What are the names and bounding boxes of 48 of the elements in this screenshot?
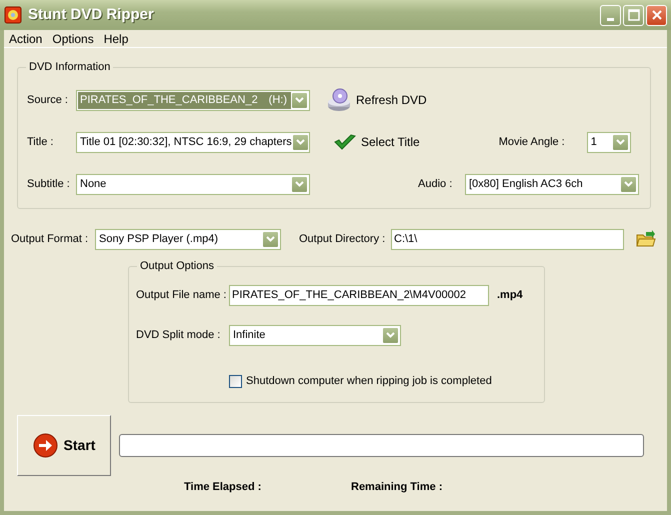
movie-angle-dropdown[interactable]: 1 bbox=[586, 132, 631, 152]
remaining-time-label: Remaining Time : bbox=[351, 480, 442, 495]
close-button[interactable] bbox=[646, 4, 667, 26]
field-label: Audio : bbox=[418, 176, 454, 192]
split-mode-dropdown[interactable]: Infinite bbox=[229, 324, 401, 346]
maximize-icon bbox=[628, 9, 640, 21]
menu-item[interactable]: Options bbox=[47, 30, 99, 47]
group-label: Output Options bbox=[137, 259, 217, 273]
minimize-icon bbox=[607, 18, 614, 20]
caret-icon bbox=[620, 176, 637, 192]
window-title: Stunt DVD Ripper bbox=[28, 4, 155, 25]
field-label: DVD Split mode : bbox=[136, 328, 222, 343]
minimize-button[interactable] bbox=[600, 4, 621, 26]
field-label: Title : bbox=[27, 134, 54, 150]
open-folder-icon bbox=[636, 230, 656, 248]
field-label: Output File name : bbox=[136, 288, 228, 303]
start-button[interactable]: Start bbox=[17, 415, 111, 476]
caret-icon bbox=[291, 92, 308, 108]
field-label: Subtitle : bbox=[27, 176, 71, 192]
field-label: Output Directory : bbox=[299, 232, 386, 247]
caret-icon bbox=[382, 326, 399, 344]
field-label: .mp4 bbox=[497, 288, 523, 303]
field-label: Output Format : bbox=[11, 232, 90, 247]
maximize-button[interactable] bbox=[623, 4, 644, 26]
time-elapsed-label: Time Elapsed : bbox=[184, 480, 262, 495]
subtitle-dropdown[interactable]: None bbox=[76, 174, 310, 194]
caret-icon bbox=[262, 230, 279, 248]
caret-icon bbox=[291, 176, 308, 192]
select-title-button[interactable]: Select Title bbox=[333, 133, 420, 151]
title-dropdown[interactable]: Title 01 [02:30:32], NTSC 16:9, 29 chapters bbox=[76, 132, 310, 152]
output-format-dropdown[interactable]: Sony PSP Player (.mp4) bbox=[95, 228, 281, 250]
menu-item[interactable]: Action bbox=[4, 30, 48, 47]
audio-dropdown[interactable]: [0x80] English AC3 6ch bbox=[465, 174, 639, 194]
output-directory-field[interactable]: C:\1\ bbox=[391, 228, 624, 250]
checkmark-icon bbox=[333, 133, 357, 151]
output-file-name-field[interactable]: PIRATES_OF_THE_CARIBBEAN_2\M4V00002 bbox=[229, 284, 489, 306]
caret-icon bbox=[292, 134, 309, 150]
source-dropdown[interactable]: PIRATES_OF_THE_CARIBBEAN_2 (H:) bbox=[76, 90, 310, 110]
refresh-dvd-button[interactable]: Refresh DVD bbox=[326, 88, 427, 112]
checkbox-label: Shutdown computer when ripping job is completed bbox=[246, 374, 492, 389]
field-label: Movie Angle : bbox=[498, 134, 566, 150]
shutdown-checkbox[interactable] bbox=[229, 374, 242, 388]
menu-item[interactable]: Help bbox=[98, 30, 134, 47]
dvd-drive-icon bbox=[326, 88, 352, 112]
caret-icon bbox=[612, 134, 629, 150]
field-label: Source : bbox=[27, 92, 69, 108]
close-icon bbox=[650, 9, 662, 21]
app-icon bbox=[4, 6, 22, 24]
